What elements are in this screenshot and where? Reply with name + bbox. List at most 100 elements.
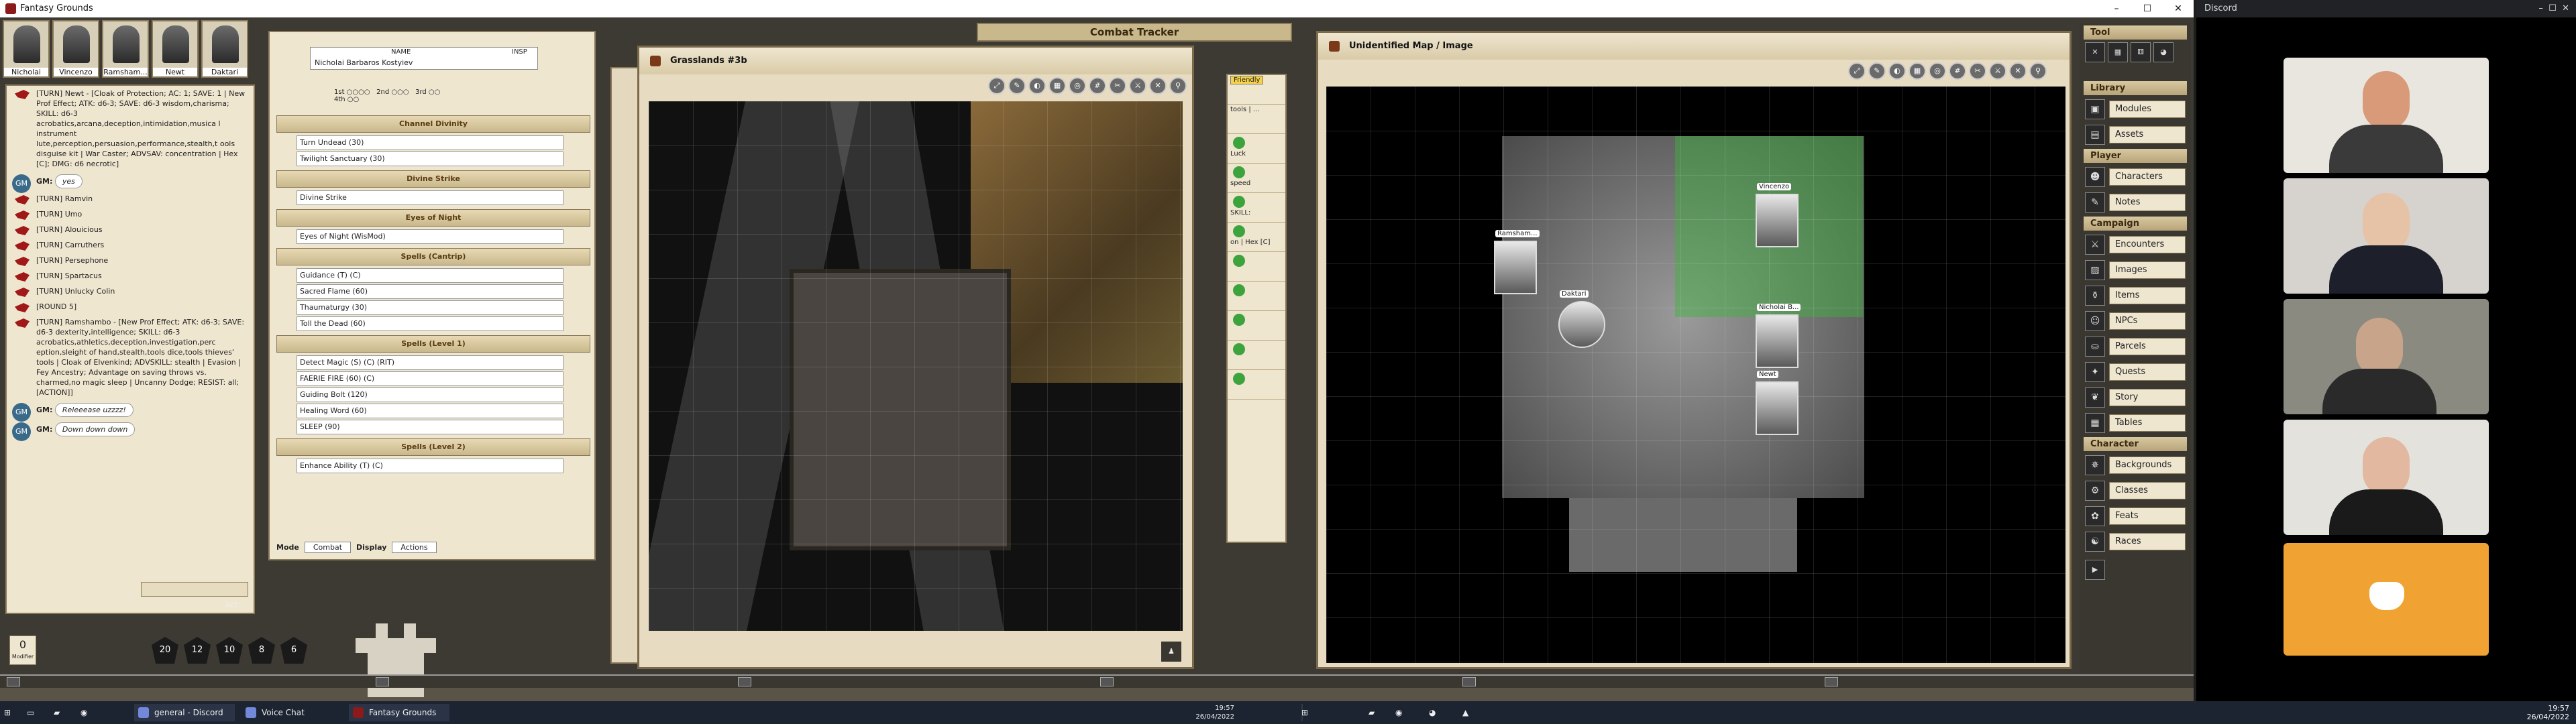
- spell-row[interactable]: Divine Strike: [297, 190, 564, 205]
- combat-tracker-list[interactable]: Friendly tools | ... Luck speed SKILL: o…: [1226, 74, 1287, 543]
- library-group-header[interactable]: Tool: [2084, 25, 2187, 40]
- spell-row[interactable]: Sacred Flame (60): [297, 284, 564, 299]
- token-ramshambo[interactable]: Ramsham...: [1494, 230, 1540, 294]
- video-tile-1[interactable]: [2284, 58, 2489, 173]
- map-window-grasslands[interactable]: Grasslands #3b ⤢ ✎ ◐ ▦ ◎ # ✂ ⚔ ✕ ⚲ ♟: [637, 46, 1194, 669]
- display-button[interactable]: Actions: [392, 541, 437, 553]
- ct-row[interactable]: [1228, 370, 1285, 400]
- mode-button[interactable]: Combat: [304, 541, 352, 553]
- library-item-notes[interactable]: ✎ Notes: [2085, 191, 2186, 214]
- library-item-classes[interactable]: ⚙ Classes: [2085, 479, 2186, 502]
- firefox-icon[interactable]: ◉: [80, 704, 99, 721]
- measure-icon[interactable]: ◐: [1888, 62, 1906, 80]
- video-tile-2[interactable]: [2284, 178, 2489, 294]
- calendar-icon[interactable]: ▦: [2108, 42, 2128, 62]
- dice-icon[interactable]: ⚅: [2131, 42, 2151, 62]
- palette-icon[interactable]: ◕: [2153, 42, 2174, 62]
- library-item-parcels[interactable]: ⛀ Parcels: [2085, 335, 2186, 358]
- section-header[interactable]: Spells (Level 2): [276, 438, 590, 456]
- expand-icon[interactable]: ⤢: [1848, 62, 1866, 80]
- video-tile-3[interactable]: [2284, 299, 2489, 414]
- start-icon[interactable]: ⊞: [1301, 704, 1320, 721]
- spell-row[interactable]: Guiding Bolt (120): [297, 387, 564, 402]
- ct-row[interactable]: speed: [1228, 164, 1285, 193]
- portrait-newt[interactable]: Newt: [152, 20, 199, 78]
- pointer-icon[interactable]: ✎: [1008, 77, 1026, 95]
- folder-icon[interactable]: ▰: [54, 704, 72, 721]
- library-item-tables[interactable]: ▦ Tables: [2085, 412, 2186, 434]
- pin-icon[interactable]: ⚲: [1169, 77, 1187, 95]
- firefox-icon[interactable]: ◉: [1395, 704, 1414, 721]
- library-group-header[interactable]: Campaign: [2084, 217, 2187, 231]
- mask-icon[interactable]: ▦: [1909, 62, 1926, 80]
- map-window-unidentified[interactable]: Unidentified Map / Image ⤢ ✎ ◐ ▦ ◎ # ✂ ⚔…: [1316, 31, 2072, 669]
- target-icon[interactable]: ◎: [1929, 62, 1946, 80]
- spell-row[interactable]: Detect Magic (S) (C) (RIT): [297, 355, 564, 370]
- library-item-races[interactable]: ☯ Races: [2085, 530, 2186, 553]
- ct-row[interactable]: [1228, 341, 1285, 370]
- taskbar-fantasy-grounds[interactable]: Fantasy Grounds: [349, 704, 449, 721]
- token-tray-icon[interactable]: ♟: [1161, 642, 1181, 662]
- library-item-feats[interactable]: ✿ Feats: [2085, 505, 2186, 528]
- lock-icon[interactable]: ✂: [1969, 62, 1986, 80]
- spell-row[interactable]: Toll the Dead (60): [297, 316, 564, 331]
- close-map-icon[interactable]: ✕: [1149, 77, 1167, 95]
- ct-row[interactable]: on | Hex [C]: [1228, 223, 1285, 252]
- taskbar-clock[interactable]: 19:57 26/04/2022: [2527, 704, 2569, 721]
- map-canvas[interactable]: Ramsham... Vincenzo Daktari Nicholai B..…: [1326, 86, 2065, 663]
- spell-row[interactable]: SLEEP (90): [297, 420, 564, 434]
- combat-tracker-title[interactable]: Combat Tracker: [977, 23, 1292, 42]
- expand-icon[interactable]: ⤢: [988, 77, 1006, 95]
- chat-input[interactable]: [141, 582, 248, 597]
- modifier-box[interactable]: 0 Modifier: [9, 636, 36, 665]
- close-button[interactable]: ✕: [2163, 0, 2194, 17]
- token-vincenzo[interactable]: Vincenzo: [1756, 183, 1799, 247]
- grid-icon[interactable]: #: [1949, 62, 1966, 80]
- portrait-ramshambo[interactable]: Ramsham...: [102, 20, 149, 78]
- section-header[interactable]: Eyes of Night: [276, 209, 590, 227]
- tools-icon[interactable]: ✕: [2085, 42, 2105, 62]
- maximize-button[interactable]: ☐: [2132, 0, 2163, 17]
- task-view-icon[interactable]: ▭: [27, 704, 46, 721]
- library-item-encounters[interactable]: ⚔ Encounters: [2085, 233, 2186, 256]
- ct-row[interactable]: Luck: [1228, 134, 1285, 164]
- video-tile-4[interactable]: [2284, 420, 2489, 535]
- folder-icon[interactable]: ▰: [1368, 704, 1387, 721]
- library-item-npcs[interactable]: ☺ NPCs: [2085, 310, 2186, 333]
- fantasy-grounds-icon[interactable]: ▲: [1462, 704, 1481, 721]
- library-item-story[interactable]: ❦ Story: [2085, 386, 2186, 409]
- library-item-quests[interactable]: ✦ Quests: [2085, 361, 2186, 383]
- ct-row[interactable]: [1228, 252, 1285, 282]
- library-item-characters[interactable]: ☻ Characters: [2085, 166, 2186, 188]
- spell-row[interactable]: Guidance (T) (C): [297, 268, 564, 283]
- section-header[interactable]: Spells (Cantrip): [276, 248, 590, 265]
- spell-row[interactable]: Healing Word (60): [297, 404, 564, 418]
- ct-row[interactable]: tools | ...: [1228, 105, 1285, 134]
- ct-row[interactable]: [1228, 282, 1285, 311]
- section-header[interactable]: Divine Strike: [276, 170, 590, 188]
- library-item-modules[interactable]: ▣ Modules: [2085, 98, 2186, 121]
- spell-row[interactable]: Turn Undead (30): [297, 135, 564, 150]
- portrait-vincenzo[interactable]: Vincenzo: [52, 20, 99, 78]
- chat-window[interactable]: [TURN] Newt - [Cloak of Protection; AC: …: [5, 84, 255, 614]
- target-icon[interactable]: ◎: [1069, 77, 1086, 95]
- shield-icon[interactable]: ⚔: [1129, 77, 1146, 95]
- grid-icon[interactable]: #: [1089, 77, 1106, 95]
- section-header[interactable]: Spells (Level 1): [276, 335, 590, 353]
- minimize-button[interactable]: –: [2101, 0, 2132, 17]
- measure-icon[interactable]: ◐: [1028, 77, 1046, 95]
- spell-row[interactable]: FAERIE FIRE (60) (C): [297, 371, 564, 386]
- library-item-items[interactable]: ⚱ Items: [2085, 284, 2186, 307]
- portrait-daktari[interactable]: Daktari: [201, 20, 248, 78]
- pointer-icon[interactable]: ✎: [1868, 62, 1886, 80]
- start-icon[interactable]: ⊞: [4, 704, 23, 721]
- spell-row[interactable]: Twilight Sanctuary (30): [297, 152, 564, 166]
- token-daktari[interactable]: Daktari: [1558, 290, 1605, 348]
- map-canvas[interactable]: [649, 101, 1183, 631]
- act-label[interactable]: Act: [225, 601, 237, 609]
- library-item-backgrounds[interactable]: ✵ Backgrounds: [2085, 454, 2186, 477]
- taskbar-voice-chat[interactable]: Voice Chat: [241, 704, 342, 721]
- library-item-assets[interactable]: ▤ Assets: [2085, 123, 2186, 146]
- pin-icon[interactable]: ⚲: [2029, 62, 2047, 80]
- video-tile-5[interactable]: [2284, 543, 2489, 656]
